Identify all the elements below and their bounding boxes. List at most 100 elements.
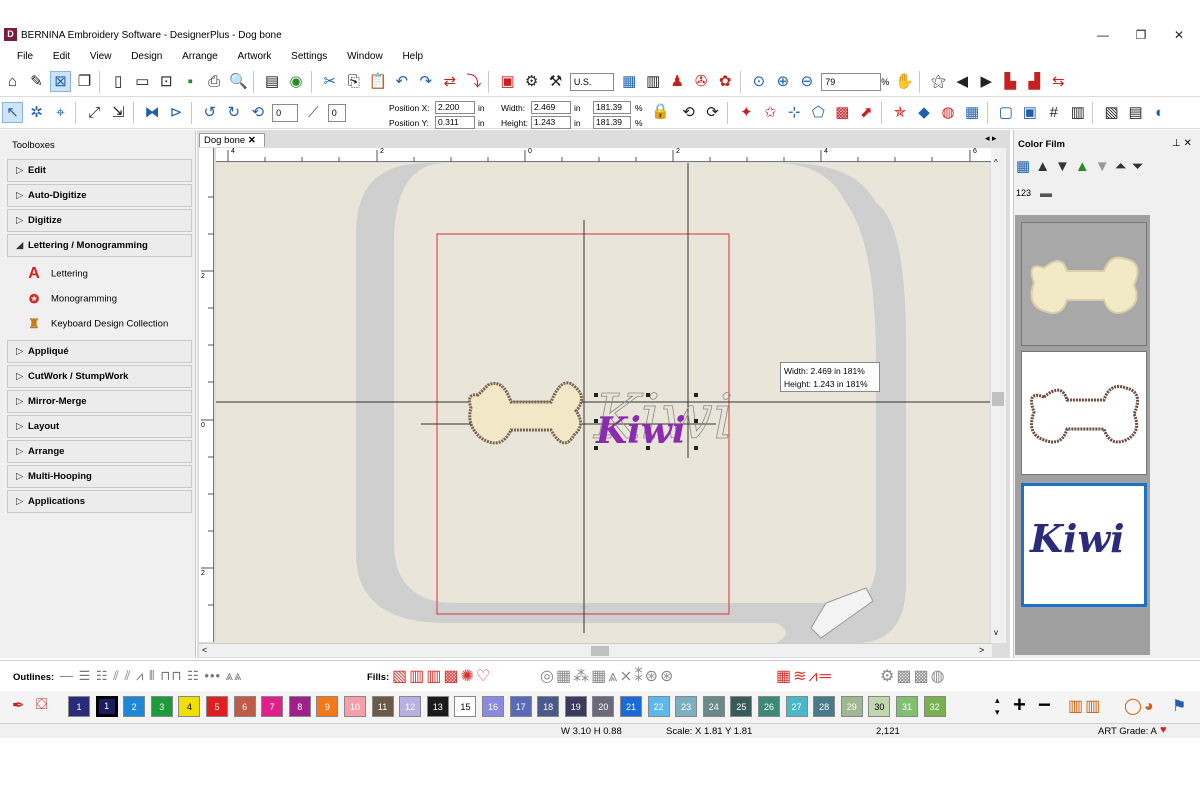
color-swatch[interactable]: 28 bbox=[813, 696, 836, 717]
reshape-icon[interactable]: ✦ bbox=[736, 102, 757, 123]
width-input[interactable]: 2.469 bbox=[531, 101, 571, 114]
proportion-lock-icon[interactable]: 🔒 bbox=[650, 101, 671, 122]
menu-arrange[interactable]: Arrange bbox=[182, 48, 218, 66]
resize-icon[interactable]: ⤢ bbox=[84, 102, 105, 123]
monogramming-tool[interactable]: ✪ Monogramming bbox=[25, 289, 117, 309]
polygon-icon[interactable]: ⬠ bbox=[808, 102, 829, 123]
color-swatch[interactable]: 17 bbox=[509, 696, 532, 717]
zoom-input[interactable]: 79 bbox=[821, 73, 882, 91]
color-swatch[interactable]: 30 bbox=[868, 696, 891, 717]
section-mirror-merge[interactable]: ▷ Mirror-Merge bbox=[7, 390, 192, 413]
sequence-label[interactable]: 123 bbox=[1016, 188, 1031, 198]
color-swatch[interactable]: 12 bbox=[399, 696, 422, 717]
section-cutwork-stumpwork[interactable]: ▷ CutWork / StumpWork bbox=[7, 365, 192, 388]
menu-window[interactable]: Window bbox=[347, 48, 383, 66]
magic-wand-icon[interactable]: ⚝ bbox=[928, 71, 949, 92]
move-down-icon[interactable]: ▼ bbox=[1095, 158, 1115, 175]
move-up-icon[interactable]: ▲ bbox=[1075, 158, 1095, 175]
color-swatch[interactable]: 24 bbox=[702, 696, 725, 717]
height-input[interactable]: 1.243 bbox=[531, 116, 571, 129]
minimize-button[interactable]: — bbox=[1084, 25, 1122, 45]
eyedropper-icon[interactable]: ✒ bbox=[12, 696, 25, 714]
menu-help[interactable]: Help bbox=[402, 48, 423, 66]
star-shape-icon[interactable]: ✩ bbox=[760, 102, 781, 123]
menu-settings[interactable]: Settings bbox=[291, 48, 327, 66]
pinwheel-icon[interactable]: ✇ bbox=[691, 71, 712, 92]
import-icon[interactable]: ⇄ bbox=[439, 71, 460, 92]
sequence-icon[interactable]: ▬ bbox=[1040, 186, 1052, 200]
color-swatch[interactable]: 23 bbox=[675, 696, 698, 717]
color-swatch[interactable]: 31 bbox=[896, 696, 918, 717]
palette-settings-icon[interactable]: ⚑ bbox=[1172, 696, 1186, 716]
color-swatch[interactable]: 9 bbox=[316, 696, 339, 717]
fill-pattern-icon[interactable]: ▩ bbox=[832, 102, 853, 123]
color-swatch[interactable]: 11 bbox=[371, 696, 394, 717]
magic-outline-icon[interactable]: ⬈ bbox=[856, 102, 877, 123]
rotate-15-right-icon[interactable]: ⟳ bbox=[702, 102, 723, 123]
hash-grid-icon[interactable]: # bbox=[1043, 102, 1064, 123]
color-swatch[interactable]: 5 bbox=[206, 696, 228, 717]
design-canvas[interactable]: Kiwi Kiwi bbox=[216, 163, 990, 643]
scroll-thumb[interactable] bbox=[591, 646, 609, 656]
select-node-icon[interactable]: ⌖ bbox=[50, 102, 71, 123]
rotate-free-icon[interactable]: ⟲ bbox=[247, 102, 268, 123]
person-icon[interactable]: ♟ bbox=[667, 71, 688, 92]
color-swatch[interactable]: 20 bbox=[592, 696, 615, 717]
stitch-player-icon[interactable]: ▣ bbox=[497, 71, 518, 92]
background-icon[interactable]: ▤ bbox=[1125, 102, 1146, 123]
outline-types[interactable]: — ☰ ☷ ⫽ ⫽ ⩘ ⦀ ⊓⊓ ☷ ••• ⩓⩓ bbox=[60, 668, 242, 684]
width-percent-input[interactable]: 181.39 bbox=[593, 101, 631, 114]
color-swatch[interactable]: 1 bbox=[95, 696, 118, 717]
menu-view[interactable]: View bbox=[90, 48, 112, 66]
menu-artwork[interactable]: Artwork bbox=[237, 48, 271, 66]
zoom-1to1-icon[interactable]: ⊙ bbox=[748, 71, 769, 92]
usb-icon[interactable]: ◉ bbox=[286, 71, 307, 92]
color-swatch[interactable]: 22 bbox=[647, 696, 670, 717]
color-swatch[interactable]: 10 bbox=[344, 696, 366, 717]
window-icon[interactable]: ❐ bbox=[74, 71, 95, 92]
realistic-view-icon[interactable]: ◐ bbox=[1149, 102, 1170, 123]
slant-icon[interactable]: ⟋ bbox=[303, 102, 324, 123]
position-x-input[interactable]: 2.200 bbox=[435, 101, 475, 114]
home-icon[interactable]: ⌂ bbox=[2, 71, 23, 92]
flower-icon[interactable]: ✿ bbox=[715, 71, 736, 92]
search-document-icon[interactable]: 🔍 bbox=[228, 71, 249, 92]
tab-close-icon[interactable]: ✕ bbox=[248, 135, 256, 146]
color-swatch[interactable]: 8 bbox=[288, 696, 311, 717]
lettering-tool[interactable]: A Lettering bbox=[25, 264, 88, 284]
frame-icon[interactable]: ▢ bbox=[995, 102, 1016, 123]
rotate-15-left-icon[interactable]: ⟲ bbox=[678, 102, 699, 123]
grid-icon[interactable]: ▥ bbox=[643, 71, 664, 92]
fill-types-colored[interactable]: ▧▥▥▩✺♡ bbox=[392, 666, 492, 686]
open-design-icon[interactable]: ⊡ bbox=[156, 71, 177, 92]
paint-bucket-icon[interactable]: ⛋ bbox=[36, 696, 47, 713]
color-change-icon[interactable]: ⇆ bbox=[1048, 71, 1069, 92]
insert-icon[interactable]: ⤵ bbox=[463, 71, 484, 92]
kiwi-lettering[interactable]: Kiwi bbox=[595, 410, 686, 452]
pin-close-icon[interactable]: ⊥ ✕ bbox=[1172, 138, 1192, 149]
scroll-right-icon[interactable]: > bbox=[979, 645, 984, 655]
hoop-frame-icon[interactable]: ▣ bbox=[1019, 102, 1040, 123]
angle-input[interactable]: 0 bbox=[272, 104, 299, 122]
color-swatch[interactable]: 7 bbox=[261, 696, 284, 717]
open-folder-icon[interactable]: ▭ bbox=[132, 71, 153, 92]
color-swatch[interactable]: 1 bbox=[68, 696, 90, 717]
redo-icon[interactable]: ↷ bbox=[415, 71, 436, 92]
color-swatch[interactable]: 26 bbox=[758, 696, 780, 717]
section-edit[interactable]: ▷ Edit bbox=[7, 159, 192, 182]
undo-icon[interactable]: ↶ bbox=[391, 71, 412, 92]
slant-input[interactable]: 0 bbox=[327, 104, 346, 122]
cut-icon[interactable]: ✂ bbox=[319, 71, 340, 92]
move-bottom-icon[interactable]: ⏷ bbox=[1132, 158, 1149, 175]
zoom-out-icon[interactable]: ⊖ bbox=[796, 71, 817, 92]
previous-icon[interactable]: ◀ bbox=[952, 71, 973, 92]
lasso-icon[interactable]: ⊹ bbox=[784, 102, 805, 123]
scroll-thumb[interactable] bbox=[992, 392, 1004, 406]
edit-mode-icon[interactable]: ✎ bbox=[26, 71, 47, 92]
menu-design[interactable]: Design bbox=[131, 48, 162, 66]
vertical-scrollbar[interactable]: ^ v bbox=[991, 148, 1006, 643]
section-lettering-monogramming[interactable]: ◢ Lettering / Monogramming bbox=[7, 234, 192, 257]
color-sort-icon[interactable]: ▙ bbox=[1000, 71, 1021, 92]
keyboard-design-collection-tool[interactable]: ♜ Keyboard Design Collection bbox=[25, 314, 168, 334]
section-digitize[interactable]: ▷ Digitize bbox=[7, 209, 192, 232]
